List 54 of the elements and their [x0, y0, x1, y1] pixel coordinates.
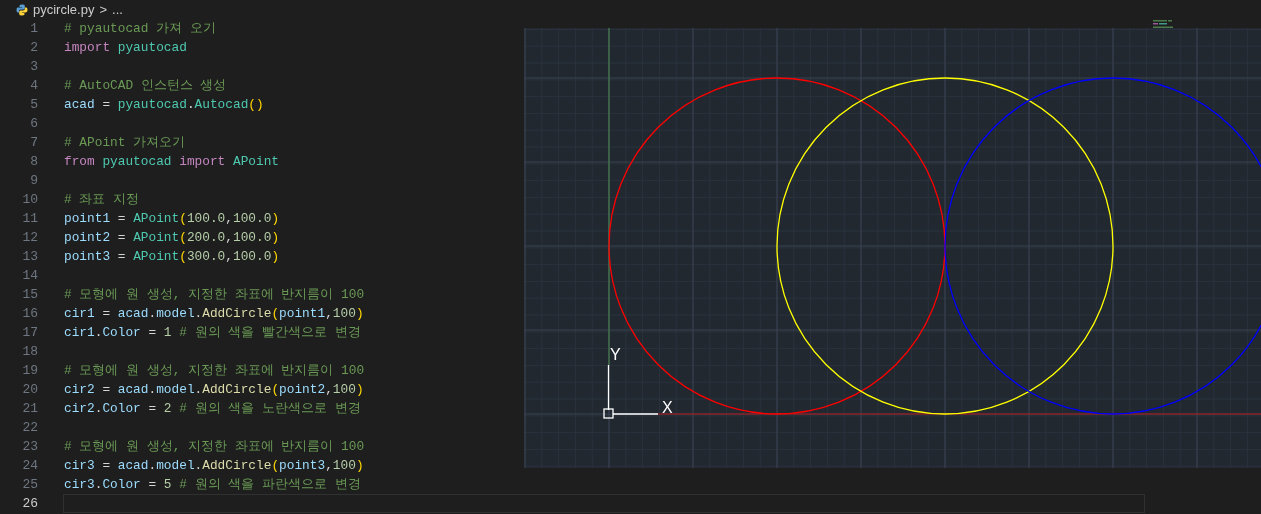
line-number: 14: [21, 268, 38, 283]
line-number: 7: [29, 135, 38, 150]
code-line: # 모형에 원 생성, 지정한 좌표에 반지름이 100: [64, 362, 365, 379]
breadcrumb-file[interactable]: pycircle.py: [33, 2, 95, 17]
cad-viewport[interactable]: Y X: [524, 28, 1261, 468]
line-number: 12: [21, 230, 38, 245]
line-number: 16: [21, 306, 38, 321]
line-number: 23: [21, 439, 38, 454]
code-line: point3 = APoint(300.0,100.0): [64, 248, 280, 265]
line-number: 4: [29, 78, 38, 93]
code-line: cir3.Color = 5 # 원의 색을 파란색으로 변경: [64, 476, 361, 493]
code-line: point1 = APoint(100.0,100.0): [64, 210, 280, 227]
code-line: acad = pyautocad.Autocad(): [64, 96, 264, 113]
code-line: # pyautocad 가져 오기: [64, 20, 216, 37]
y-axis-label: Y: [610, 346, 621, 363]
python-icon: [16, 3, 28, 16]
ucs-icon: [603, 364, 659, 419]
line-number: 9: [29, 173, 38, 188]
breadcrumb-separator: >: [99, 2, 107, 17]
code-line: # 모형에 원 생성, 지정한 좌표에 반지름이 100: [64, 286, 365, 303]
line-number: 10: [21, 192, 38, 207]
breadcrumb-more[interactable]: ...: [112, 2, 123, 17]
code-line: cir3 = acad.model.AddCircle(point3,100): [64, 457, 364, 474]
line-number: 20: [21, 382, 38, 397]
line-number: 25: [21, 477, 38, 492]
line-number: 22: [21, 420, 38, 435]
line-number: 5: [29, 97, 38, 112]
line-number: 1: [29, 21, 38, 36]
code-line: from pyautocad import APoint: [64, 153, 280, 170]
code-line: cir1 = acad.model.AddCircle(point1,100): [64, 305, 364, 322]
code-line: cir1.Color = 1 # 원의 색을 빨간색으로 변경: [64, 324, 361, 341]
code-line: # APoint 가져오기: [64, 134, 186, 151]
code-line: point2 = APoint(200.0,100.0): [64, 229, 280, 246]
line-number: 6: [29, 116, 38, 131]
code-line: import pyautocad: [64, 39, 187, 56]
line-number: 15: [21, 287, 38, 302]
line-number: 18: [21, 344, 38, 359]
code-line: # 좌표 지정: [64, 191, 140, 208]
line-number: 17: [21, 325, 38, 340]
line-number: 3: [29, 59, 38, 74]
code-line: cir2.Color = 2 # 원의 색을 노란색으로 변경: [64, 400, 361, 417]
line-number: 13: [21, 249, 38, 264]
line-number: 19: [21, 363, 38, 378]
code-line: cir2 = acad.model.AddCircle(point2,100): [64, 381, 364, 398]
line-number: 21: [21, 401, 38, 416]
line-number: 26: [21, 496, 38, 511]
x-axis-label: X: [662, 399, 673, 416]
code-line: # AutoCAD 인스턴스 생성: [64, 77, 227, 94]
line-number: 2: [29, 40, 38, 55]
line-number: 8: [29, 154, 38, 169]
minimap-drawing: [1153, 20, 1175, 29]
line-number: 24: [21, 458, 38, 473]
code-line: # 모형에 원 생성, 지정한 좌표에 반지름이 100: [64, 438, 365, 455]
line-number: 11: [21, 211, 38, 226]
